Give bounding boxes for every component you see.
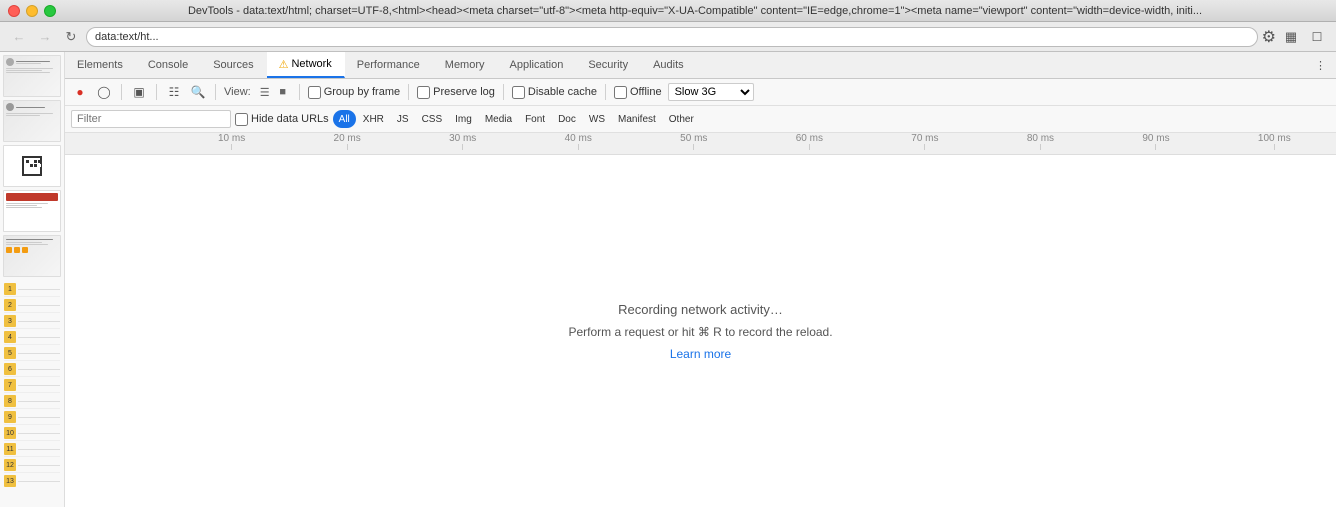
recording-hint: Perform a request or hit ⌘ R to record t… — [568, 325, 832, 339]
offline-checkbox[interactable]: Offline — [614, 86, 662, 99]
ruler-mark-1: 20 ms — [334, 133, 361, 150]
tab-memory[interactable]: Memory — [433, 52, 498, 78]
tab-security[interactable]: Security — [576, 52, 641, 78]
ruler-mark-2: 30 ms — [449, 133, 476, 150]
devtools-tabs: Elements Console Sources ⚠ Network Perfo… — [65, 52, 1336, 79]
memory-tab-label: Memory — [445, 59, 485, 71]
network-content-area: Recording network activity… Perform a re… — [65, 155, 1336, 507]
filter-js-button[interactable]: JS — [391, 110, 415, 128]
filter-ws-button[interactable]: WS — [583, 110, 611, 128]
page-thumbs-numbered: 1 2 3 4 5 — [0, 280, 64, 490]
disable-cache-checkbox[interactable]: Disable cache — [512, 86, 597, 99]
title-bar: DevTools - data:text/html; charset=UTF-8… — [0, 0, 1336, 22]
sources-tab-label: Sources — [213, 59, 253, 71]
tab-elements[interactable]: Elements — [65, 52, 136, 78]
tab-audits[interactable]: Audits — [641, 52, 697, 78]
audits-tab-label: Audits — [653, 59, 684, 71]
hide-data-urls-checkbox[interactable]: Hide data URLs — [235, 113, 329, 126]
large-view-button[interactable]: ■ — [275, 84, 291, 100]
filter-bar: Hide data URLs All XHR JS CSS Img Media … — [65, 106, 1336, 133]
network-tab-label: Network — [291, 58, 331, 70]
security-tab-label: Security — [588, 59, 628, 71]
learn-more-link[interactable]: Learn more — [670, 347, 731, 361]
clear-button[interactable]: ◯ — [95, 83, 113, 101]
recording-message: Recording network activity… — [618, 302, 783, 317]
more-tabs-button[interactable]: ⋮ — [1305, 52, 1336, 78]
filter-doc-button[interactable]: Doc — [552, 110, 582, 128]
filter-other-button[interactable]: Other — [663, 110, 700, 128]
close-button[interactable] — [8, 5, 20, 17]
camera-button[interactable]: ▣ — [130, 83, 148, 101]
timeline-ruler: 10 ms 20 ms 30 ms 40 ms 50 ms 60 ms 70 ms 80 ms… — [65, 133, 1336, 155]
filter-img-button[interactable]: Img — [449, 110, 478, 128]
ruler-mark-0: 10 ms — [218, 133, 245, 150]
application-tab-label: Application — [510, 59, 564, 71]
toolbar-divider-2 — [156, 84, 157, 100]
forward-button[interactable]: → — [34, 26, 56, 48]
page-thumb-2[interactable] — [3, 100, 61, 142]
tab-performance[interactable]: Performance — [345, 52, 433, 78]
ruler-mark-3: 40 ms — [565, 133, 592, 150]
toolbar-divider-4 — [299, 84, 300, 100]
record-button[interactable]: ● — [71, 83, 89, 101]
toolbar-divider-7 — [605, 84, 606, 100]
list-view-button[interactable]: ☰ — [257, 84, 273, 100]
toolbar-divider-3 — [215, 84, 216, 100]
url-bar[interactable] — [86, 27, 1258, 47]
ruler-mark-5: 60 ms — [796, 133, 823, 150]
filter-toggle-button[interactable]: ☷ — [165, 83, 183, 101]
devtools-icon: ⚙ — [1262, 27, 1276, 47]
filter-css-button[interactable]: CSS — [416, 110, 449, 128]
minimize-button[interactable] — [26, 5, 38, 17]
network-warning-icon: ⚠ — [279, 58, 289, 71]
elements-tab-label: Elements — [77, 59, 123, 71]
page-thumb-5[interactable] — [3, 235, 61, 277]
console-tab-label: Console — [148, 59, 188, 71]
reload-button[interactable]: ↻ — [60, 26, 82, 48]
page-thumb-4[interactable] — [3, 190, 61, 232]
ruler-mark-6: 70 ms — [911, 133, 938, 150]
ruler-mark-7: 80 ms — [1027, 133, 1054, 150]
filter-input[interactable] — [71, 110, 231, 128]
devtools-panel: Elements Console Sources ⚠ Network Perfo… — [65, 52, 1336, 507]
tab-console[interactable]: Console — [136, 52, 201, 78]
throttle-select[interactable]: Slow 3G Fast 3G Offline No throttling — [668, 83, 754, 101]
filter-manifest-button[interactable]: Manifest — [612, 110, 662, 128]
network-toolbar: ● ◯ ▣ ☷ 🔍 View: ☰ ■ Group by frame Prese… — [65, 79, 1336, 106]
page-thumb-1[interactable] — [3, 55, 61, 97]
filter-xhr-button[interactable]: XHR — [357, 110, 390, 128]
toolbar-divider-1 — [121, 84, 122, 100]
browser-toolbar: ← → ↻ ⚙ ▦ ☐ — [0, 22, 1336, 52]
undock-button[interactable]: ☐ — [1306, 26, 1328, 48]
window-title: DevTools - data:text/html; charset=UTF-8… — [82, 5, 1308, 17]
traffic-lights — [8, 5, 56, 17]
filter-all-button[interactable]: All — [333, 110, 356, 128]
ruler-mark-4: 50 ms — [680, 133, 707, 150]
preserve-log-checkbox[interactable]: Preserve log — [417, 86, 495, 99]
performance-tab-label: Performance — [357, 59, 420, 71]
search-button[interactable]: 🔍 — [189, 83, 207, 101]
ruler-marks: 10 ms 20 ms 30 ms 40 ms 50 ms 60 ms 70 ms 80 ms… — [218, 133, 1336, 155]
page-sidebar: 1 2 3 4 5 — [0, 52, 65, 507]
filter-media-button[interactable]: Media — [479, 110, 518, 128]
view-label: View: — [224, 86, 251, 98]
view-icons: ☰ ■ — [257, 84, 291, 100]
maximize-button[interactable] — [44, 5, 56, 17]
tab-network[interactable]: ⚠ Network — [267, 52, 345, 78]
tab-application[interactable]: Application — [498, 52, 577, 78]
toolbar-divider-6 — [503, 84, 504, 100]
toolbar-divider-5 — [408, 84, 409, 100]
dock-button[interactable]: ▦ — [1280, 26, 1302, 48]
ruler-mark-8: 90 ms — [1142, 133, 1169, 150]
ruler-mark-9: 100 ms — [1258, 133, 1291, 150]
back-button[interactable]: ← — [8, 26, 30, 48]
filter-type-buttons: All XHR JS CSS Img Media Font Doc WS Man… — [333, 110, 700, 128]
group-by-frame-checkbox[interactable]: Group by frame — [308, 86, 400, 99]
tab-sources[interactable]: Sources — [201, 52, 266, 78]
filter-font-button[interactable]: Font — [519, 110, 551, 128]
page-thumb-3[interactable] — [3, 145, 61, 187]
